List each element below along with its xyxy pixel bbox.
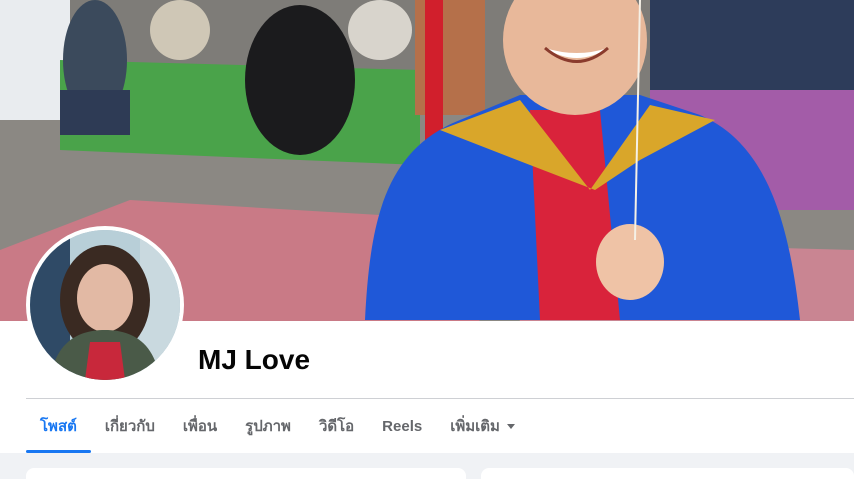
tab-photos[interactable]: รูปภาพ — [231, 400, 305, 452]
tab-friends-label: เพื่อน — [182, 418, 218, 435]
caret-down-icon — [506, 423, 515, 429]
avatar-image — [30, 230, 180, 380]
intro-card — [26, 468, 466, 479]
tab-reels-label: Reels — [382, 417, 423, 435]
tab-photos-label: รูปภาพ — [245, 418, 291, 435]
profile-name: MJ Love — [198, 344, 311, 375]
tab-about-label: เกี่ยวกับ — [104, 418, 155, 435]
profile-avatar[interactable] — [30, 230, 180, 380]
tab-about[interactable]: เกี่ยวกับ — [91, 400, 169, 452]
tab-more-label: เพิ่มเติม — [450, 418, 500, 435]
tab-videos[interactable]: วิดีโอ — [305, 400, 368, 452]
tab-posts[interactable]: โพสต์ — [26, 400, 91, 453]
tab-friends[interactable]: เพื่อน — [169, 400, 231, 452]
profile-tabs: โพสต์ เกี่ยวกับ เพื่อน รูปภาพ วิดีโอ Ree… — [26, 400, 529, 453]
tab-posts-label: โพสต์ — [40, 418, 77, 435]
tabs-divider — [26, 398, 854, 399]
tab-videos-label: วิดีโอ — [318, 418, 355, 435]
tab-more[interactable]: เพิ่มเติม — [436, 400, 529, 452]
post-card — [481, 468, 854, 479]
tab-reels[interactable]: Reels — [368, 400, 436, 452]
